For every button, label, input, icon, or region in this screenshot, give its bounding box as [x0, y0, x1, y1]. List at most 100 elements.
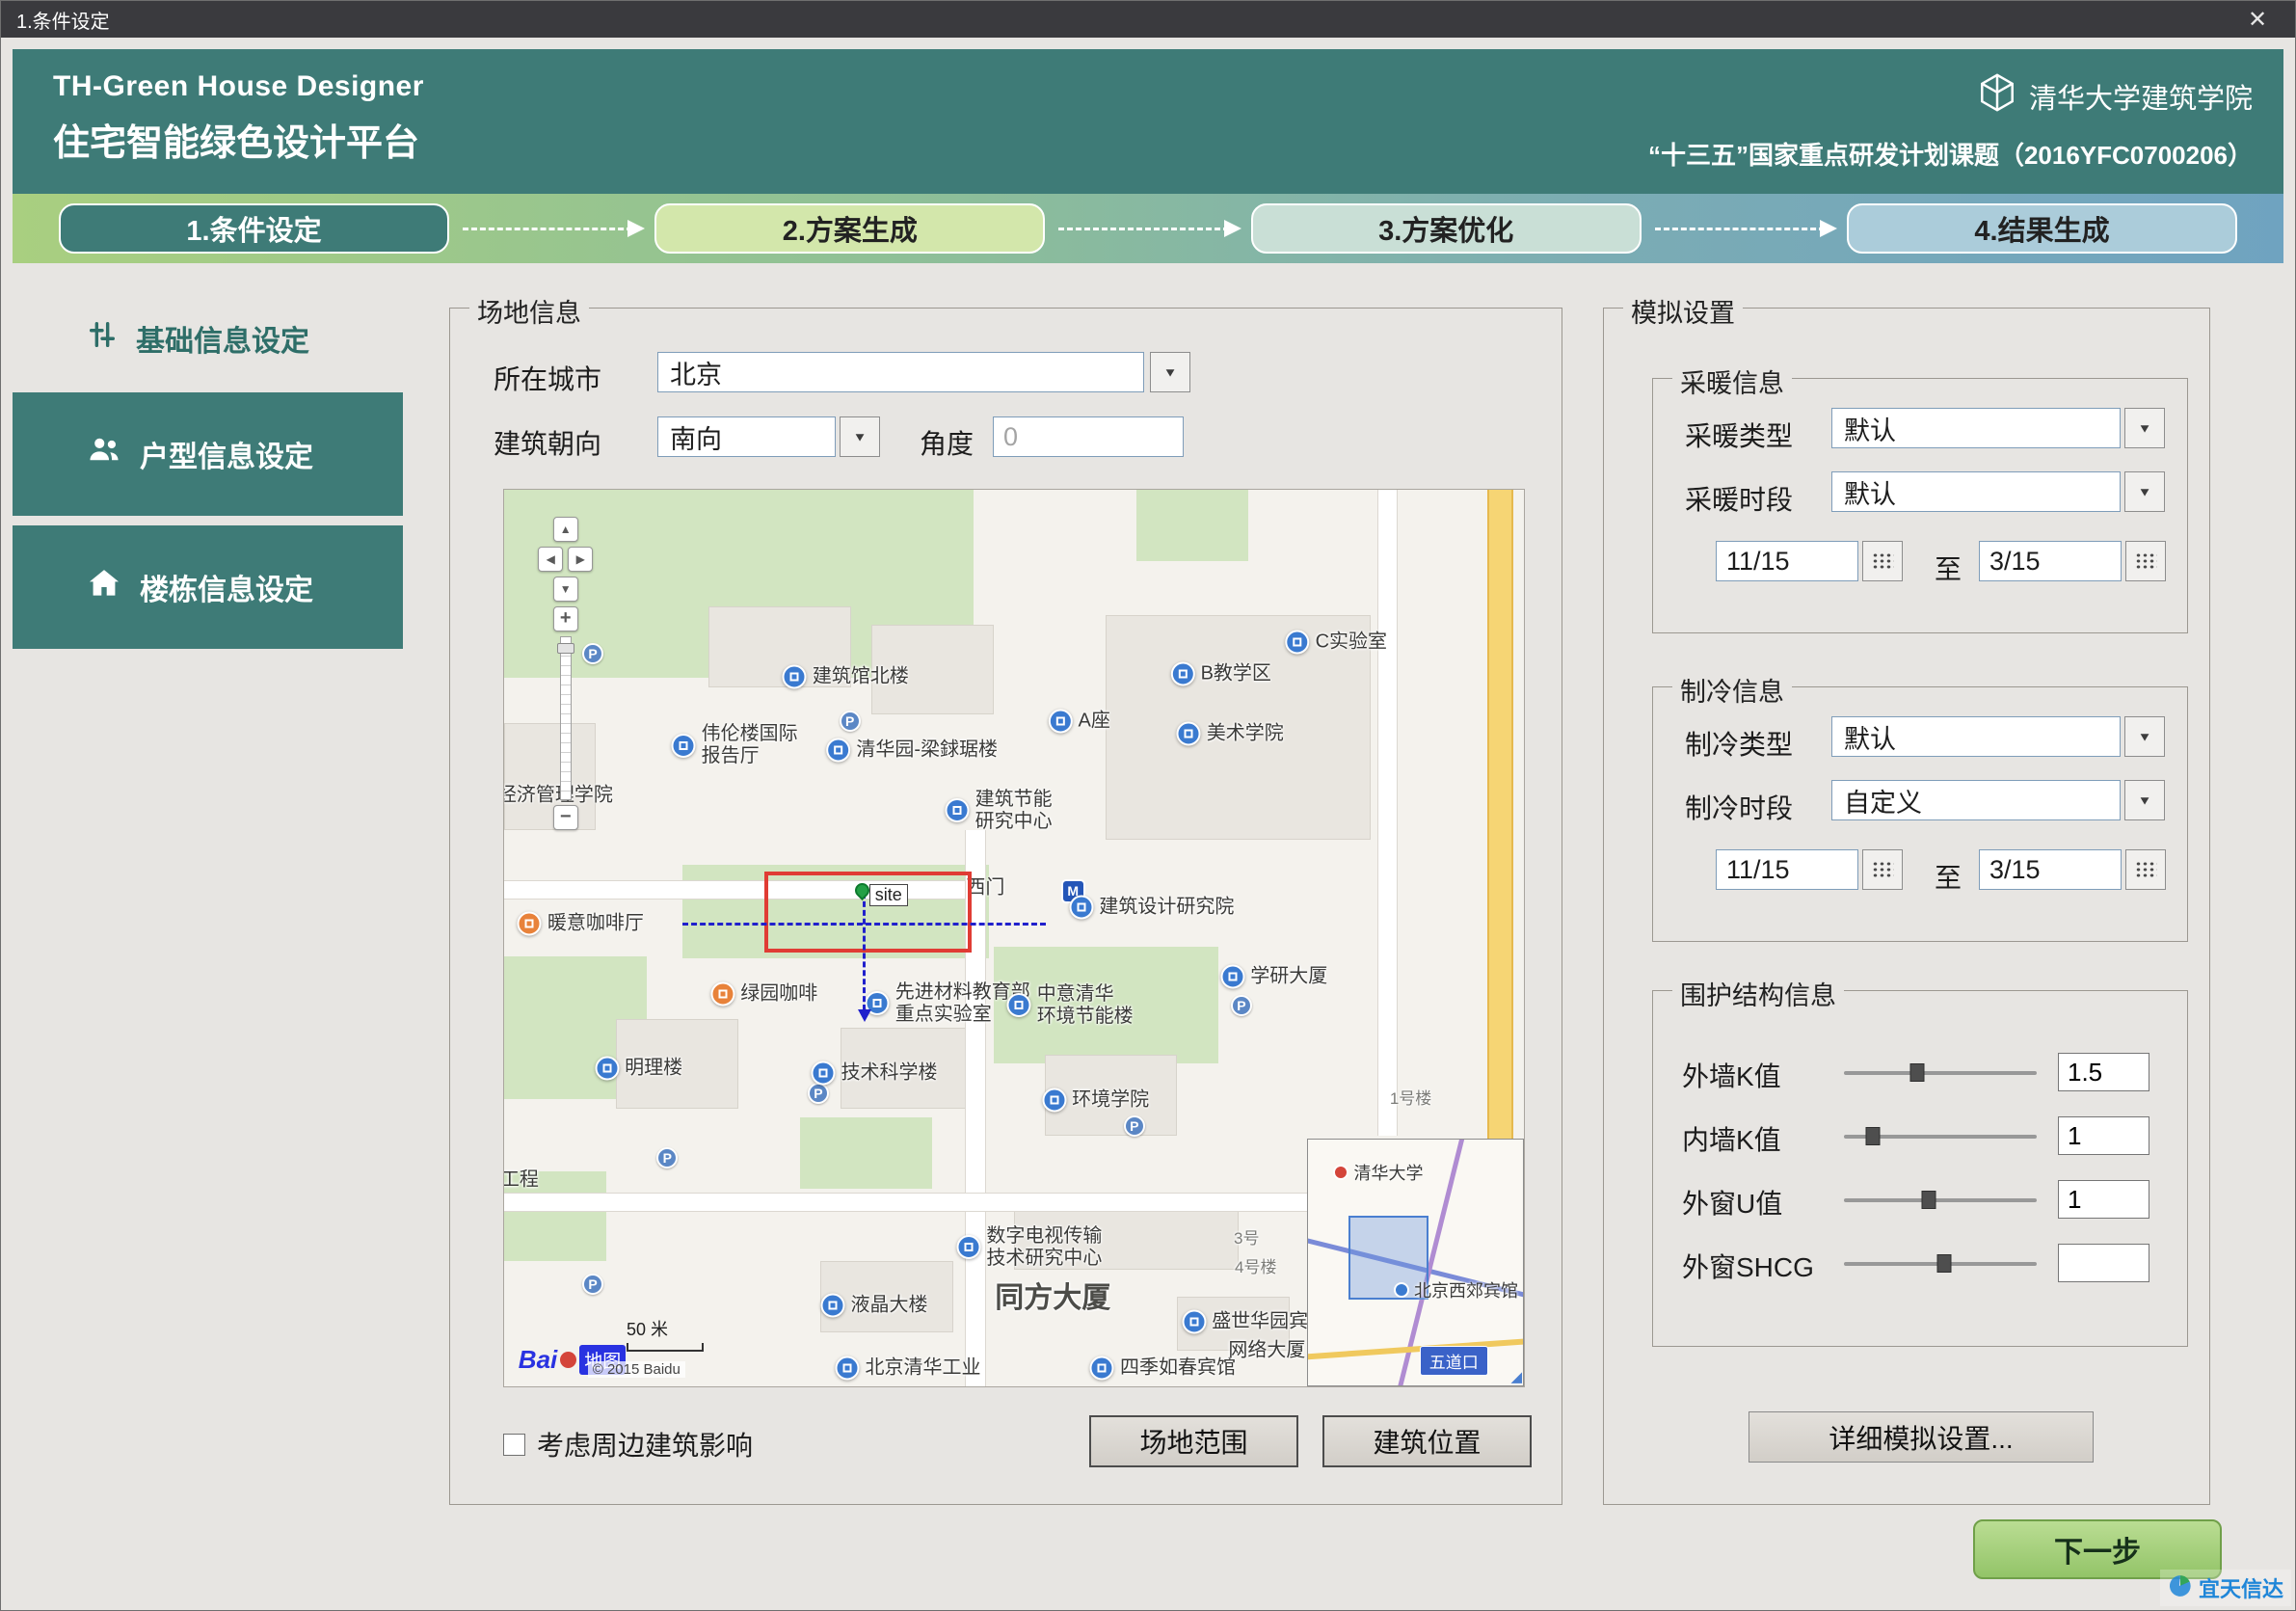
poi-icon — [1394, 1282, 1409, 1298]
site-range-button[interactable]: 场地范围 — [1089, 1415, 1298, 1467]
heating-info-title: 采暖信息 — [1672, 362, 1792, 400]
baidu-map[interactable]: site M 建筑馆北楼C实验室B教学区A座美术学院伟伦楼国际 报告厅清华园-梁… — [503, 489, 1525, 1387]
heating-period-label: 采暖时段 — [1685, 479, 1793, 518]
building-poi-icon — [1090, 1356, 1114, 1381]
building-poi-icon — [1171, 661, 1195, 685]
envelope-slider[interactable] — [1844, 1198, 2037, 1202]
map-poi-label: 绿园咖啡 — [710, 981, 817, 1006]
envelope-slider[interactable] — [1844, 1262, 2037, 1266]
zoom-slider-handle[interactable] — [557, 643, 574, 654]
watermark: 宜天信达 — [2160, 1570, 2291, 1606]
step-4[interactable]: 4.结果生成 — [1847, 203, 2237, 254]
slider-thumb-icon[interactable] — [1866, 1127, 1881, 1145]
slider-thumb-icon[interactable] — [1937, 1254, 1952, 1273]
envelope-slider[interactable] — [1844, 1135, 2037, 1139]
building-poi-icon — [1177, 721, 1201, 745]
map-poi-label: 美术学院 — [1177, 721, 1284, 745]
orientation-select[interactable]: 南向 — [657, 416, 836, 457]
map-poi-label: 数字电视传输 技术研究中心 — [956, 1225, 1102, 1270]
envelope-value-input[interactable] — [2058, 1244, 2149, 1282]
zoom-slider[interactable] — [560, 636, 572, 800]
main-body: 基础信息设定户型信息设定楼栋信息设定 场地信息 所在城市 北京 ▼ 建筑朝向 南… — [13, 263, 2283, 1598]
envelope-slider[interactable] — [1844, 1071, 2037, 1075]
chevron-down-icon: ▼ — [2138, 421, 2152, 435]
cooling-start-calendar-button[interactable] — [1862, 849, 1903, 890]
building-poi-icon — [946, 798, 970, 822]
step-1[interactable]: 1.条件设定 — [59, 203, 449, 254]
map-poi-label: B教学区 — [1171, 661, 1271, 685]
slider-thumb-icon[interactable] — [1910, 1063, 1925, 1082]
map-poi-label: 3号 — [1234, 1229, 1259, 1249]
envelope-value-input[interactable] — [2058, 1053, 2149, 1091]
watermark-text: 宜天信达 — [2199, 1572, 2283, 1603]
sidebar-item-3[interactable]: 楼栋信息设定 — [13, 525, 403, 649]
minimap[interactable]: 清华大学 北京西郊宾馆 五道口 ◢ — [1307, 1139, 1524, 1386]
building-position-button[interactable]: 建筑位置 — [1322, 1415, 1532, 1467]
site-range-rect[interactable] — [764, 872, 972, 953]
envelope-rows: 外墙K值内墙K值外窗U值外窗SHCG — [1653, 991, 2187, 1346]
city-dropdown-button[interactable]: ▼ — [1150, 352, 1190, 392]
slider-thumb-icon[interactable] — [1922, 1191, 1936, 1209]
map-poi-label: 北京清华工业 — [835, 1356, 980, 1381]
heating-period-select[interactable]: 默认 — [1831, 471, 2121, 512]
map-poi-label: 环境学院 — [1042, 1088, 1149, 1113]
heating-end-date-input[interactable] — [1979, 541, 2122, 581]
orientation-dropdown-button[interactable]: ▼ — [840, 416, 880, 457]
detailed-simulation-settings-button[interactable]: 详细模拟设置... — [1749, 1411, 2094, 1463]
simulation-settings-panel: 模拟设置 采暖信息 采暖类型 默认 ▼ 采暖时段 默认 ▼ 至 — [1603, 308, 2210, 1505]
heating-end-calendar-button[interactable] — [2125, 541, 2166, 581]
cooling-start-date-input[interactable] — [1716, 849, 1858, 890]
pan-right-button[interactable]: ▶ — [568, 547, 593, 572]
cooling-type-label: 制冷类型 — [1685, 724, 1793, 763]
site-info-title: 场地信息 — [469, 292, 589, 330]
heating-start-calendar-button[interactable] — [1862, 541, 1903, 581]
zoom-out-button[interactable]: − — [553, 805, 578, 830]
chevron-down-icon: ▼ — [2138, 485, 2152, 498]
building-poi-icon — [1286, 631, 1310, 655]
city-select[interactable]: 北京 — [657, 352, 1144, 392]
cooling-end-date-input[interactable] — [1979, 849, 2122, 890]
parking-icon: P — [808, 1083, 829, 1104]
step-arrow-icon — [1655, 228, 1833, 230]
heating-period-dropdown-button[interactable]: ▼ — [2124, 471, 2165, 512]
map-poi-label: 学研大厦 — [1220, 964, 1327, 988]
sidebar-item-1[interactable]: 基础信息设定 — [13, 292, 403, 385]
cooling-period-dropdown-button[interactable]: ▼ — [2124, 780, 2165, 820]
header-right-block: 清华大学建筑学院 “十三五”国家重点研发计划课题（2016YFC0700206） — [1648, 70, 2253, 172]
sidebar-item-2[interactable]: 户型信息设定 — [13, 392, 403, 516]
envelope-value-input[interactable] — [2058, 1180, 2149, 1219]
zoom-in-button[interactable]: + — [553, 606, 578, 631]
angle-input[interactable] — [993, 416, 1184, 457]
map-poi-label: 建筑馆北楼 — [783, 665, 909, 689]
heating-start-date-input[interactable] — [1716, 541, 1858, 581]
cooling-period-select[interactable]: 自定义 — [1831, 780, 2121, 820]
minimap-resize-icon[interactable]: ◢ — [1510, 1368, 1522, 1385]
envelope-value-input[interactable] — [2058, 1116, 2149, 1155]
consider-surroundings-checkbox[interactable] — [503, 1434, 525, 1456]
cooling-type-dropdown-button[interactable]: ▼ — [2124, 716, 2165, 757]
envelope-param-label: 外窗SHCG — [1682, 1247, 1814, 1285]
envelope-row: 外窗SHCG — [1653, 1242, 2187, 1284]
heating-type-select[interactable]: 默认 — [1831, 408, 2121, 448]
tsinghua-logo-icon — [1975, 70, 2019, 122]
heating-type-label: 采暖类型 — [1685, 416, 1793, 454]
pan-up-button[interactable]: ▲ — [553, 517, 578, 542]
consider-surroundings-label: 考虑周边建筑影响 — [537, 1425, 753, 1463]
watermark-logo-icon — [2168, 1573, 2193, 1603]
heating-type-dropdown-button[interactable]: ▼ — [2124, 408, 2165, 448]
pan-left-button[interactable]: ◀ — [538, 547, 563, 572]
cooling-end-calendar-button[interactable] — [2125, 849, 2166, 890]
pan-down-button[interactable]: ▼ — [553, 577, 578, 602]
close-icon[interactable]: ✕ — [2235, 6, 2280, 34]
date-to-label: 至 — [1935, 857, 1962, 896]
step-3[interactable]: 3.方案优化 — [1251, 203, 1642, 254]
map-poi-label: 技术科学楼 — [812, 1061, 938, 1086]
title-bar[interactable]: 1.条件设定 ✕ — [1, 1, 2295, 38]
building-poi-icon — [1069, 896, 1093, 920]
cooling-type-select[interactable]: 默认 — [1831, 716, 2121, 757]
map-zoom-control[interactable]: ▲ ◀ ▶ ▼ + − — [535, 517, 597, 830]
envelope-param-label: 内墙K值 — [1682, 1119, 1781, 1158]
consider-surroundings-row: 考虑周边建筑影响 — [503, 1425, 753, 1463]
step-2[interactable]: 2.方案生成 — [654, 203, 1045, 254]
city-label: 所在城市 — [494, 359, 601, 397]
